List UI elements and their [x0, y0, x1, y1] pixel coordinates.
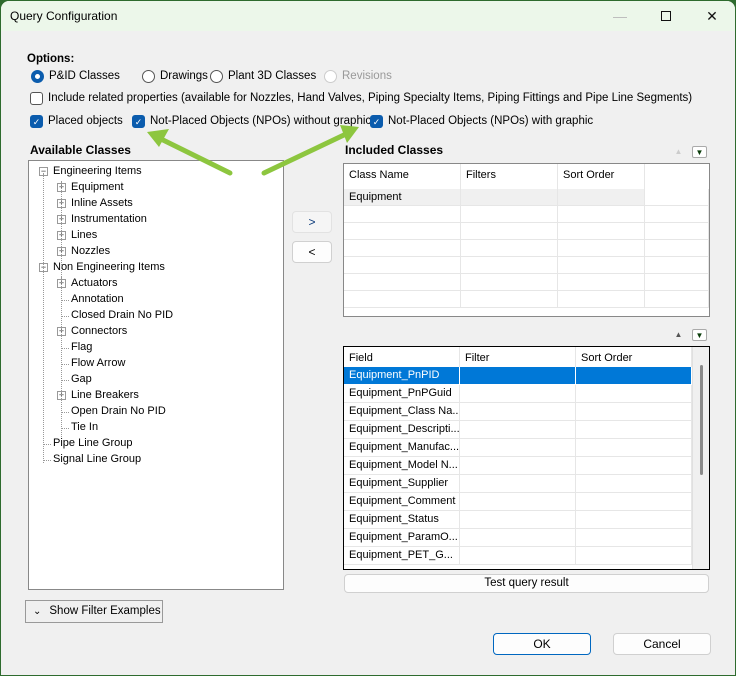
- annotation-arrow-right: [261, 125, 359, 176]
- annotation-arrows: [147, 125, 359, 176]
- annotation-arrow-left: [147, 129, 233, 176]
- query-configuration-dialog: Query Configuration — ✕ Options: P&ID Cl…: [1, 1, 735, 675]
